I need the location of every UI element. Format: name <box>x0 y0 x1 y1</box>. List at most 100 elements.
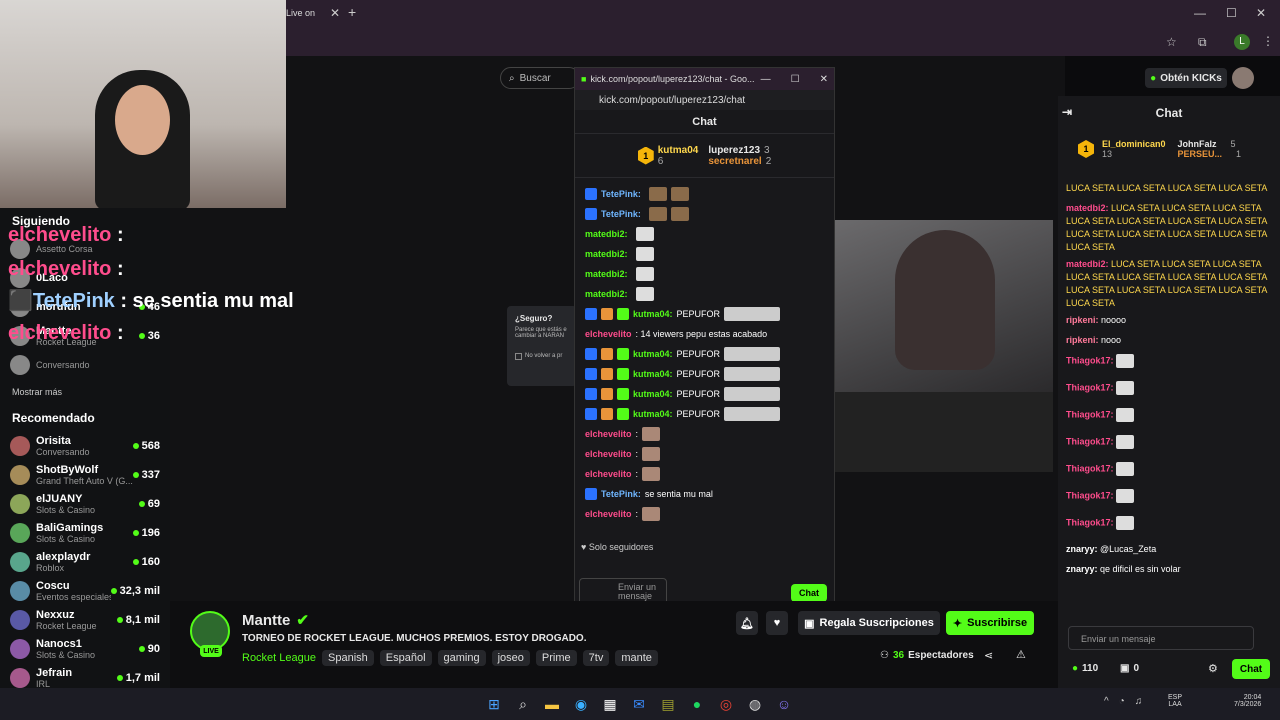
mic-icon[interactable]: ♫ <box>1135 696 1143 707</box>
chat-username[interactable]: matedbi2: <box>1066 203 1109 213</box>
chat-username[interactable]: TetePink: <box>601 209 641 219</box>
obs-icon[interactable]: ◍ <box>745 694 765 714</box>
chat-username[interactable]: Thiagok17: <box>1066 463 1114 473</box>
sidebar-item-recommended[interactable]: alexplaydr Roblox 160 <box>0 547 170 576</box>
chat-username[interactable]: ripkeni: <box>1066 315 1099 325</box>
sidebar-item-recommended[interactable]: Coscu Eventos especiales 32,3 mil <box>0 576 170 605</box>
gifter-name[interactable]: El_dominican0 <box>1102 139 1166 149</box>
sidebar-item-following[interactable]: Conversando <box>0 350 170 379</box>
bell-icon[interactable]: 🔔︎ <box>736 611 758 635</box>
chat-send-button[interactable]: Chat <box>791 584 827 602</box>
right-chat-send-button[interactable]: Chat <box>1232 659 1270 679</box>
top-gifter-2[interactable]: luperez123 3 <box>708 145 771 156</box>
file-explorer-icon[interactable]: ▬ <box>542 694 562 714</box>
chat-username[interactable]: matedbi2: <box>585 289 628 299</box>
new-tab-button[interactable]: + <box>348 4 356 20</box>
edge-icon[interactable]: ◉ <box>571 694 591 714</box>
store-icon[interactable]: ▦ <box>600 694 620 714</box>
subscribe-button[interactable]: ✦ Suscribirse <box>946 611 1034 635</box>
maximize-icon[interactable]: ☐ <box>1226 6 1237 20</box>
outlook-icon[interactable]: ✉ <box>629 694 649 714</box>
app-icon[interactable]: ▤ <box>658 694 678 714</box>
chat-username[interactable]: Thiagok17: <box>1066 490 1114 500</box>
sidebar-item-recommended[interactable]: Nexxuz Rocket League 8,1 mil <box>0 605 170 634</box>
spotify-icon[interactable]: ● <box>687 694 707 714</box>
report-icon[interactable]: ⚠ <box>1016 648 1026 661</box>
chevron-up-icon[interactable]: ^ <box>1104 696 1109 707</box>
heart-icon[interactable]: ♥ <box>766 611 788 635</box>
sidebar-item-recommended[interactable]: Orisita Conversando 568 <box>0 431 170 460</box>
minimize-icon[interactable]: — <box>1194 6 1206 20</box>
gifter-name[interactable]: JohnFalz <box>1178 139 1217 149</box>
tag-chip[interactable]: Español <box>379 650 432 666</box>
chat-username[interactable]: Thiagok17: <box>1066 409 1114 419</box>
dialog-checkbox[interactable]: No volver a pr <box>515 353 569 360</box>
profile-avatar[interactable]: L <box>1234 34 1250 50</box>
gear-icon[interactable]: ⚙ <box>1208 662 1218 675</box>
show-more-link[interactable]: Mostrar más <box>0 379 170 405</box>
chat-username[interactable]: matedbi2: <box>585 249 628 259</box>
sidebar-item-recommended[interactable]: ShotByWolf Grand Theft Auto V (G... 337 <box>0 460 170 489</box>
close-icon[interactable]: ✕ <box>820 74 828 85</box>
channel-name[interactable]: Mantte <box>242 612 290 629</box>
chat-username[interactable]: Thiagok17: <box>1066 382 1114 392</box>
windows-start-icon[interactable]: ⊞ <box>484 694 504 714</box>
chat-username[interactable]: Thiagok17: <box>1066 355 1114 365</box>
close-window-icon[interactable]: ✕ <box>1256 6 1266 20</box>
tag-chip[interactable]: joseo <box>491 650 530 666</box>
get-kicks-button[interactable]: ● Obtén KICKs <box>1145 68 1227 88</box>
sidebar-item-recommended[interactable]: BaliGamings Slots & Casino 196 <box>0 518 170 547</box>
chat-username[interactable]: ripkeni: <box>1066 335 1099 345</box>
chat-username[interactable]: elchevelito <box>585 429 632 439</box>
popout-url[interactable]: kick.com/popout/luperez123/chat <box>575 90 834 110</box>
tag-chip[interactable]: Prime <box>535 650 577 666</box>
chat-username[interactable]: matedbi2: <box>585 229 628 239</box>
discord-icon[interactable]: ☺ <box>774 694 794 714</box>
extensions-icon[interactable]: ⧉ <box>1198 35 1207 50</box>
chat-username[interactable]: kutma04: <box>633 389 673 399</box>
star-icon[interactable]: ☆ <box>1166 35 1177 49</box>
gifter-name[interactable]: PERSEU... <box>1178 149 1223 159</box>
chat-username[interactable]: znaryy: <box>1066 544 1098 554</box>
share-icon[interactable]: ⋖ <box>984 649 993 662</box>
maximize-icon[interactable]: ☐ <box>791 74 800 85</box>
tab-title[interactable]: Live on <box>286 8 315 18</box>
chat-username[interactable]: kutma04: <box>633 409 673 419</box>
sidebar-item-recommended[interactable]: elJUANY Slots & Casino 69 <box>0 489 170 518</box>
tag-chip[interactable]: 7tv <box>582 650 610 666</box>
chat-username[interactable]: elchevelito <box>585 329 632 339</box>
chat-username[interactable]: TetePink: <box>601 489 641 499</box>
tag-chip[interactable]: mante <box>615 650 658 666</box>
search-input[interactable]: ⌕ Buscar <box>500 67 580 89</box>
chat-username[interactable]: kutma04: <box>633 369 673 379</box>
chat-username[interactable]: elchevelito <box>585 469 632 479</box>
collapse-icon[interactable]: ⇥ <box>1062 105 1072 119</box>
chrome-icon[interactable]: ◎ <box>716 694 736 714</box>
chat-username[interactable]: znaryy: <box>1066 564 1098 574</box>
gift-subs-button[interactable]: ▣ Regala Suscripciones <box>798 611 940 635</box>
clock[interactable]: 20:04 7/3/2026 <box>1234 694 1261 708</box>
chat-username[interactable]: Thiagok17: <box>1066 436 1114 446</box>
chat-username[interactable]: kutma04: <box>633 309 673 319</box>
category-link[interactable]: Rocket League <box>242 652 316 664</box>
gift-balance[interactable]: ▣ 0 <box>1120 663 1139 674</box>
chat-username[interactable]: kutma04: <box>633 349 673 359</box>
menu-icon[interactable]: ⋮ <box>1262 34 1274 48</box>
stream-video[interactable] <box>835 220 1053 392</box>
close-icon[interactable]: ✕ <box>330 6 340 20</box>
user-avatar[interactable] <box>1232 67 1254 89</box>
search-icon[interactable]: ⌕ <box>513 694 533 714</box>
sidebar-item-recommended[interactable]: Nanocs1 Slots & Casino 90 <box>0 634 170 663</box>
minimize-icon[interactable]: — <box>761 74 771 85</box>
chat-username[interactable]: elchevelito <box>585 449 632 459</box>
top-gifter-1[interactable]: 1 kutma04 6 <box>637 145 698 167</box>
tag-chip[interactable]: Spanish <box>322 650 374 666</box>
right-send-input[interactable]: Enviar un mensaje <box>1068 626 1254 650</box>
chat-username[interactable]: Thiagok17: <box>1066 517 1114 527</box>
chat-username[interactable]: matedbi2: <box>585 269 628 279</box>
network-icon[interactable]: ◔ <box>1119 696 1125 707</box>
top-gifter-3[interactable]: secretnarel 2 <box>708 156 771 167</box>
chat-username[interactable]: matedbi2: <box>1066 259 1109 269</box>
chat-username[interactable]: elchevelito <box>585 509 632 519</box>
input-language[interactable]: ESP LAA <box>1168 694 1182 708</box>
